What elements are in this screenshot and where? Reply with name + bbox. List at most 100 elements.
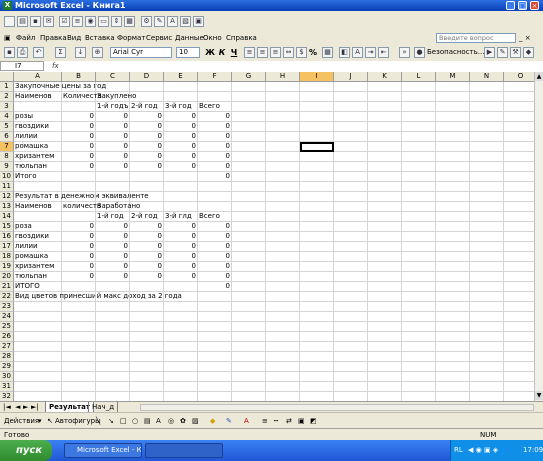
rectangle-icon[interactable]: □ bbox=[120, 416, 127, 426]
cell-g22[interactable] bbox=[232, 292, 266, 302]
menu-help[interactable]: Справка bbox=[226, 32, 257, 44]
label-icon[interactable]: A bbox=[167, 16, 178, 27]
cell-h12[interactable] bbox=[266, 192, 300, 202]
cell-a14[interactable] bbox=[14, 212, 62, 222]
cell-c19[interactable]: 0 bbox=[96, 262, 130, 272]
cell-o26[interactable] bbox=[504, 332, 534, 342]
maximize-button[interactable]: □ bbox=[518, 1, 527, 10]
cell-i21[interactable] bbox=[300, 282, 334, 292]
cell-h21[interactable] bbox=[266, 282, 300, 292]
cell-j21[interactable] bbox=[334, 282, 368, 292]
cell-o4[interactable] bbox=[504, 112, 534, 122]
cell-c18[interactable]: 0 bbox=[96, 252, 130, 262]
active-cell[interactable] bbox=[300, 142, 334, 152]
row-header-15[interactable]: 15 bbox=[0, 222, 14, 232]
cell-e23[interactable] bbox=[164, 302, 198, 312]
cell-a23[interactable] bbox=[14, 302, 62, 312]
cell-e14[interactable]: 3-й глд bbox=[164, 212, 198, 222]
cell-i22[interactable] bbox=[300, 292, 334, 302]
cell-f13[interactable] bbox=[198, 202, 232, 212]
cell-g10[interactable] bbox=[232, 172, 266, 182]
cell-j5[interactable] bbox=[334, 122, 368, 132]
cell-d14[interactable]: 2-й год bbox=[130, 212, 164, 222]
cell-l28[interactable] bbox=[402, 352, 436, 362]
cell-h7[interactable] bbox=[266, 142, 300, 152]
cell-i4[interactable] bbox=[300, 112, 334, 122]
cell-g14[interactable] bbox=[232, 212, 266, 222]
fill-color-icon[interactable]: ◧ bbox=[339, 47, 350, 58]
cell-f31[interactable] bbox=[198, 382, 232, 392]
tab-next-icon[interactable]: ► bbox=[23, 403, 28, 412]
cell-b31[interactable] bbox=[62, 382, 96, 392]
cell-a4[interactable]: розы bbox=[14, 112, 62, 122]
draw-autoshapes-menu[interactable]: Автофигуры bbox=[55, 416, 101, 426]
cell-b14[interactable] bbox=[62, 212, 96, 222]
align-right-icon[interactable]: ≡ bbox=[270, 47, 281, 58]
cell-a25[interactable] bbox=[14, 322, 62, 332]
permission-icon[interactable]: ✉ bbox=[43, 16, 54, 27]
cell-j15[interactable] bbox=[334, 222, 368, 232]
cell-o5[interactable] bbox=[504, 122, 534, 132]
cell-j30[interactable] bbox=[334, 372, 368, 382]
cell-o16[interactable] bbox=[504, 232, 534, 242]
row-header-16[interactable]: 16 bbox=[0, 232, 14, 242]
cell-d27[interactable] bbox=[130, 342, 164, 352]
cell-a2[interactable]: Наименов bbox=[14, 92, 62, 102]
cell-d23[interactable] bbox=[130, 302, 164, 312]
arrow-style-icon[interactable]: ⇄ bbox=[286, 416, 292, 426]
scrollbar-icon[interactable]: ▭ bbox=[98, 16, 109, 27]
cell-g9[interactable] bbox=[232, 162, 266, 172]
cell-n28[interactable] bbox=[470, 352, 504, 362]
cell-a7[interactable]: ромашка bbox=[14, 142, 62, 152]
cell-d7[interactable]: 0 bbox=[130, 142, 164, 152]
cell-l7[interactable] bbox=[402, 142, 436, 152]
cell-j14[interactable] bbox=[334, 212, 368, 222]
cell-h27[interactable] bbox=[266, 342, 300, 352]
percent-button[interactable]: % bbox=[308, 47, 318, 58]
cell-n21[interactable] bbox=[470, 282, 504, 292]
cell-e16[interactable]: 0 bbox=[164, 232, 198, 242]
cell-n13[interactable] bbox=[470, 202, 504, 212]
cell-g3[interactable] bbox=[232, 102, 266, 112]
cell-n30[interactable] bbox=[470, 372, 504, 382]
cell-l11[interactable] bbox=[402, 182, 436, 192]
cell-g4[interactable] bbox=[232, 112, 266, 122]
cell-k7[interactable] bbox=[368, 142, 402, 152]
save-small-icon[interactable]: ▪ bbox=[4, 47, 15, 58]
cell-c22[interactable] bbox=[96, 292, 130, 302]
cell-i16[interactable] bbox=[300, 232, 334, 242]
cell-e26[interactable] bbox=[164, 332, 198, 342]
align-center-icon[interactable]: ≡ bbox=[257, 47, 268, 58]
cell-o23[interactable] bbox=[504, 302, 534, 312]
cell-o15[interactable] bbox=[504, 222, 534, 232]
cell-k9[interactable] bbox=[368, 162, 402, 172]
cell-m31[interactable] bbox=[436, 382, 470, 392]
cell-f5[interactable]: 0 bbox=[198, 122, 232, 132]
excel-menu-icon[interactable]: ▣ bbox=[4, 32, 11, 44]
column-header-h[interactable]: H bbox=[266, 72, 300, 82]
select-objects-icon[interactable]: ↖ bbox=[47, 416, 53, 426]
cell-f4[interactable]: 0 bbox=[198, 112, 232, 122]
cell-m32[interactable] bbox=[436, 392, 470, 401]
help-search-input[interactable]: Введите вопрос bbox=[436, 33, 516, 43]
cell-e1[interactable] bbox=[164, 82, 198, 92]
cell-k1[interactable] bbox=[368, 82, 402, 92]
cell-d22[interactable] bbox=[130, 292, 164, 302]
cell-m2[interactable] bbox=[436, 92, 470, 102]
row-header-8[interactable]: 8 bbox=[0, 152, 14, 162]
line-style-icon[interactable]: ≡ bbox=[262, 416, 268, 426]
cell-a11[interactable] bbox=[14, 182, 62, 192]
cell-b4[interactable]: 0 bbox=[62, 112, 96, 122]
cell-f10[interactable]: 0 bbox=[198, 172, 232, 182]
cell-h3[interactable] bbox=[266, 102, 300, 112]
cell-c12[interactable] bbox=[96, 192, 130, 202]
cell-f9[interactable]: 0 bbox=[198, 162, 232, 172]
cell-d21[interactable] bbox=[130, 282, 164, 292]
cell-g2[interactable] bbox=[232, 92, 266, 102]
cell-f18[interactable]: 0 bbox=[198, 252, 232, 262]
cell-g13[interactable] bbox=[232, 202, 266, 212]
row-header-31[interactable]: 31 bbox=[0, 382, 14, 392]
cell-f24[interactable] bbox=[198, 312, 232, 322]
vertical-scrollbar[interactable]: ▲ ▼ bbox=[534, 72, 543, 401]
cell-f14[interactable]: Всего bbox=[198, 212, 232, 222]
